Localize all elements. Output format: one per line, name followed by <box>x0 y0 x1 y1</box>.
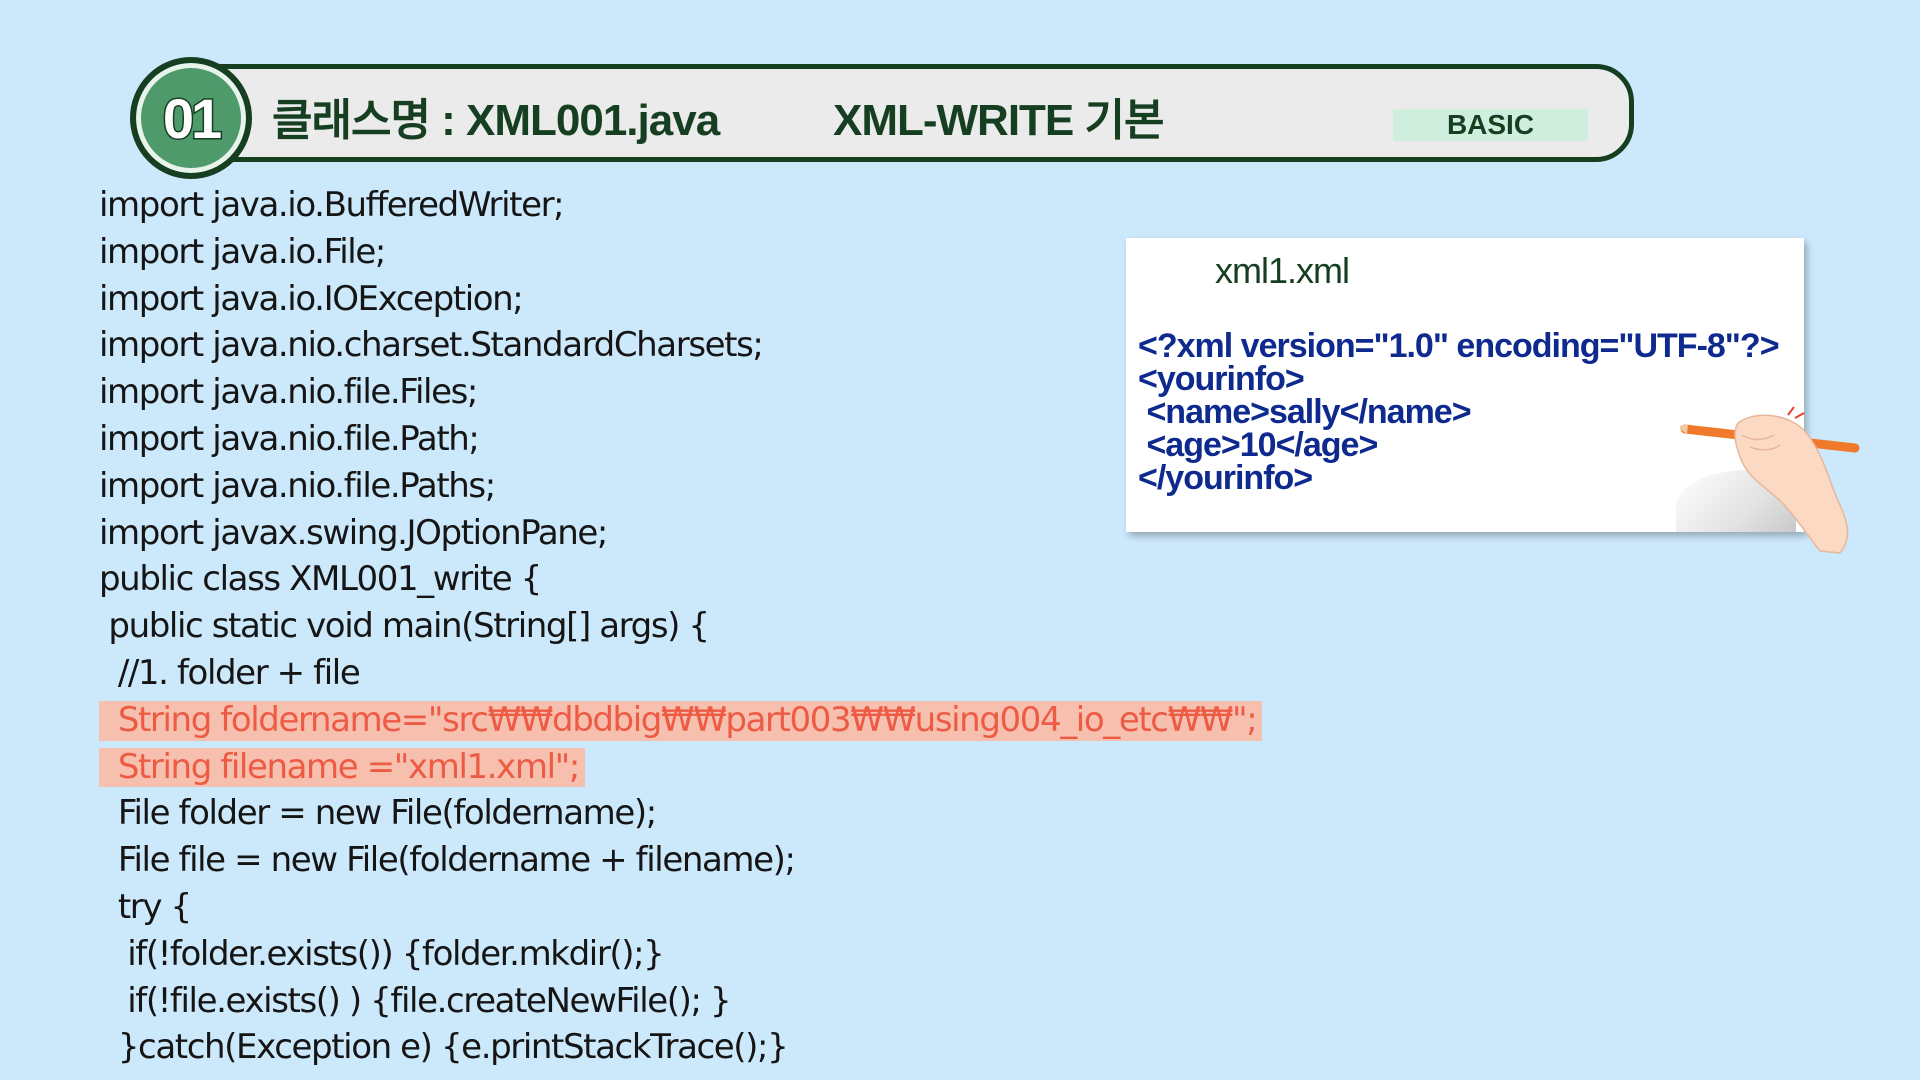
code-line: import java.nio.charset.StandardCharsets… <box>99 322 1229 369</box>
code-text: public static void main(String[] args) { <box>99 606 710 647</box>
code-text: if(!file.exists() ) {file.createNewFile(… <box>99 980 731 1021</box>
level-label: BASIC <box>1446 109 1535 140</box>
code-line: public static void main(String[] args) { <box>99 603 1229 650</box>
code-text: import java.nio.file.Files; <box>99 372 478 413</box>
code-text: import java.nio.file.Path; <box>99 418 480 459</box>
xml-line: <yourinfo> <box>1138 360 1305 398</box>
code-text: public class XML001_write { <box>99 559 542 600</box>
xml-line: <?xml version="1.0" encoding="UTF-8"?> <box>1138 327 1780 365</box>
code-text: String filename ="xml1.xml"; <box>99 746 581 787</box>
code-text: import java.nio.charset.StandardCharsets… <box>99 325 764 366</box>
code-text: }catch(Exception e) {e.printStackTrace()… <box>99 1027 789 1068</box>
code-line: if(!file.exists() ) {file.createNewFile(… <box>99 978 1229 1025</box>
code-line: String filename ="xml1.xml"; <box>99 744 1229 791</box>
code-text: try { <box>99 886 192 927</box>
code-text: import java.io.File; <box>99 231 386 272</box>
code-line: if(!folder.exists()) {folder.mkdir();} <box>99 931 1229 978</box>
class-name-title: 클래스명 : XML001.java <box>272 96 720 145</box>
xml-line: <name>sally</name> <box>1138 393 1471 431</box>
code-text: import java.io.IOException; <box>99 278 524 319</box>
code-line: import java.nio.file.Path; <box>99 416 1229 463</box>
code-text: String foldername="src₩₩dbdbig₩₩part003₩… <box>99 699 1258 740</box>
code-text: import java.io.BufferedWriter; <box>99 185 565 225</box>
code-line: public class XML001_write { <box>99 556 1229 603</box>
code-text: if(!folder.exists()) {folder.mkdir();} <box>99 933 665 974</box>
code-line: import java.io.File; <box>99 229 1229 276</box>
code-line: import java.nio.file.Files; <box>99 369 1229 416</box>
code-text: File file = new File(foldername + filena… <box>99 840 796 881</box>
code-line: import java.nio.file.Paths; <box>99 463 1229 510</box>
hand-with-pencil-icon <box>1680 406 1860 554</box>
code-line: import javax.swing.JOptionPane; <box>99 510 1229 557</box>
xml-line: <age>10</age> <box>1138 426 1378 464</box>
code-line: File folder = new File(foldername); <box>99 790 1229 837</box>
section-number: 01 <box>161 85 223 151</box>
section-number-badge: 01 <box>130 57 252 179</box>
topic-title: XML-WRITE 기본 <box>833 96 1164 145</box>
code-line: import java.io.IOException; <box>99 276 1229 323</box>
code-listing: import java.io.BufferedWriter; import jav… <box>99 182 1262 1071</box>
code-line: File file = new File(foldername + filena… <box>99 837 1229 884</box>
code-line: import java.io.BufferedWriter; <box>99 182 1229 229</box>
xml-filename: xml1.xml <box>1215 250 1350 291</box>
code-line: try { <box>99 884 1229 931</box>
code-line: //1. folder + file <box>99 650 1229 697</box>
code-line: String foldername="src₩₩dbdbig₩₩part003₩… <box>99 697 1262 744</box>
xml-line: </yourinfo> <box>1138 459 1313 497</box>
code-text: File folder = new File(foldername); <box>99 793 657 834</box>
code-text: //1. folder + file <box>99 652 361 693</box>
code-line: }catch(Exception e) {e.printStackTrace()… <box>99 1024 1229 1071</box>
code-text: import javax.swing.JOptionPane; <box>99 512 608 553</box>
level-badge: BASIC <box>1393 109 1588 141</box>
code-text: import java.nio.file.Paths; <box>99 465 496 506</box>
